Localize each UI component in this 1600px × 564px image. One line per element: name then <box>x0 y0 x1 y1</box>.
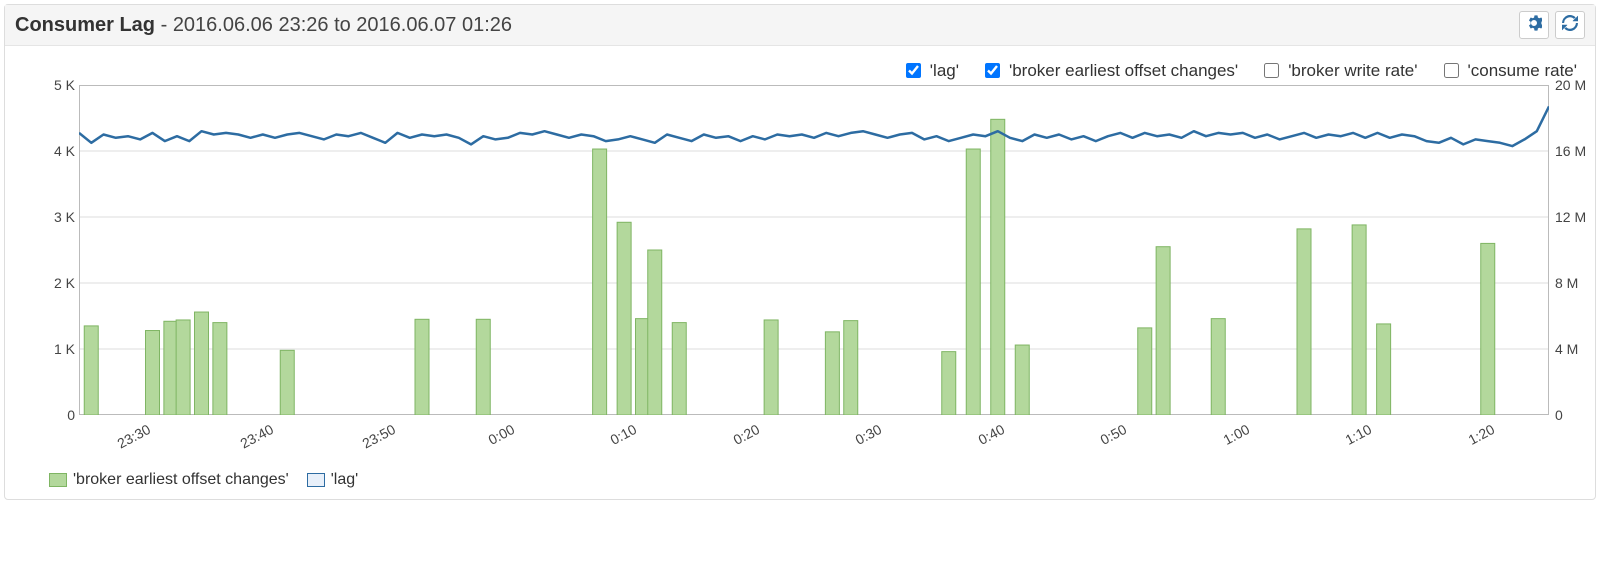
legend-checkbox-2[interactable]: 'broker write rate' <box>1260 60 1417 81</box>
y-right-tick: 4 M <box>1555 341 1578 357</box>
legend-item-label: 'lag' <box>331 471 358 489</box>
y-left-tick: 4 K <box>49 143 75 159</box>
y-right-tick: 20 M <box>1555 77 1586 93</box>
panel-title-sep: - <box>155 14 173 36</box>
gear-icon <box>1526 15 1542 36</box>
y-right-tick: 12 M <box>1555 209 1586 225</box>
panel-header: Consumer Lag - 2016.06.06 23:26 to 2016.… <box>5 5 1595 46</box>
legend-bottom: 'broker earliest offset changes' 'lag' <box>5 455 1595 499</box>
x-tick: 0:50 <box>1098 421 1130 448</box>
y-right-tick: 0 <box>1555 407 1563 423</box>
legend-swatch <box>307 473 325 487</box>
refresh-button[interactable] <box>1555 11 1585 39</box>
x-axis-labels: 23:30 23:40 23:50 0:00 0:10 0:20 0:30 0:40 0:50 1… <box>79 415 1549 455</box>
legend-checkbox-input[interactable] <box>1444 63 1459 78</box>
legend-checkbox-input[interactable] <box>1264 63 1279 78</box>
x-tick: 23:40 <box>237 421 275 452</box>
x-tick: 0:20 <box>730 421 762 448</box>
legend-top: 'lag' 'broker earliest offset changes' 'br… <box>5 46 1595 85</box>
legend-item-label: 'broker earliest offset changes' <box>73 471 289 489</box>
refresh-icon <box>1562 15 1578 36</box>
legend-checkbox-label: 'broker write rate' <box>1288 61 1417 81</box>
panel-title-range: 2016.06.06 23:26 to 2016.06.07 01:26 <box>173 14 512 36</box>
y-left-tick: 1 K <box>49 341 75 357</box>
x-tick: 0:40 <box>975 421 1007 448</box>
legend-checkbox-0[interactable]: 'lag' <box>902 60 959 81</box>
x-tick: 0:10 <box>608 421 640 448</box>
y-left-tick: 2 K <box>49 275 75 291</box>
y-right-tick: 16 M <box>1555 143 1586 159</box>
legend-swatch <box>49 473 67 487</box>
x-tick: 1:10 <box>1343 421 1375 448</box>
settings-button[interactable] <box>1519 11 1549 39</box>
x-tick: 23:30 <box>115 421 153 452</box>
panel-title-name: Consumer Lag <box>15 14 155 36</box>
x-tick: 1:20 <box>1465 421 1497 448</box>
legend-checkbox-input[interactable] <box>985 63 1000 78</box>
legend-checkbox-label: 'broker earliest offset changes' <box>1009 61 1238 81</box>
chart-area: 01 K2 K3 K4 K5 K04 M8 M12 M16 M20 M <box>5 85 1595 415</box>
y-right-tick: 8 M <box>1555 275 1578 291</box>
y-left-tick: 3 K <box>49 209 75 225</box>
legend-checkbox-label: 'lag' <box>930 61 959 81</box>
y-left-tick: 0 <box>49 407 75 423</box>
legend-checkbox-1[interactable]: 'broker earliest offset changes' <box>981 60 1238 81</box>
chart-svg <box>79 85 1549 415</box>
consumer-lag-panel: Consumer Lag - 2016.06.06 23:26 to 2016.… <box>4 4 1596 500</box>
panel-actions <box>1519 11 1585 39</box>
panel-title: Consumer Lag - 2016.06.06 23:26 to 2016.… <box>15 14 512 37</box>
x-tick: 0:00 <box>485 421 517 448</box>
x-tick: 23:50 <box>360 421 398 452</box>
y-left-tick: 5 K <box>49 77 75 93</box>
x-tick: 1:00 <box>1220 421 1252 448</box>
legend-checkbox-input[interactable] <box>906 63 921 78</box>
x-tick: 0:30 <box>853 421 885 448</box>
legend-item-0: 'broker earliest offset changes' <box>49 471 289 489</box>
legend-item-1: 'lag' <box>307 471 358 489</box>
